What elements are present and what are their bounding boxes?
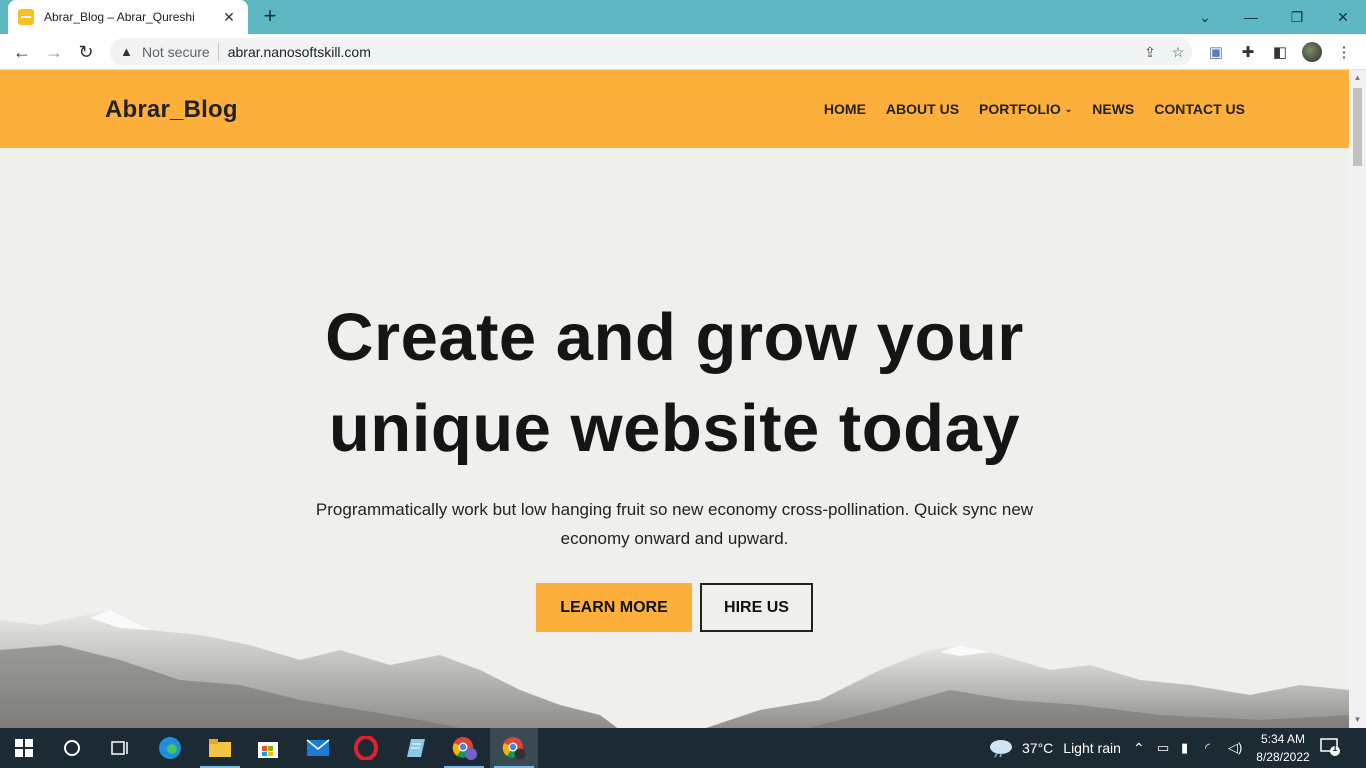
extensions-puzzle-icon[interactable]: ✚ [1238,42,1258,62]
clock-date: 8/28/2022 [1256,750,1310,764]
security-label[interactable]: Not secure [142,44,210,60]
chrome-active-icon[interactable] [490,728,538,768]
search-circle-icon[interactable] [48,728,96,768]
menu-about-us[interactable]: ABOUT US [886,101,959,117]
chrome-profile-icon[interactable] [440,728,488,768]
weather-description: Light rain [1063,740,1121,756]
windows-start-icon[interactable] [0,728,48,768]
scrollbar-thumb[interactable] [1353,88,1362,166]
restore-icon[interactable]: ❐ [1274,0,1320,34]
mail-icon[interactable] [294,728,342,768]
weather-temperature: 37°C [1022,740,1054,756]
volume-icon[interactable]: ◁) [1228,728,1242,768]
notepad-app-icon[interactable] [392,728,440,768]
notification-center-icon[interactable]: 1 [1320,738,1340,758]
site-header: Abrar_Blog HOME ABOUT US PORTFOLIO ⌄ NEWS… [0,70,1349,148]
reload-icon[interactable]: ↻ [74,40,98,64]
minimize-icon[interactable]: — [1228,0,1274,34]
profile-avatar[interactable] [1302,42,1322,62]
url-text[interactable]: abrar.nanosoftskill.com [228,44,1136,60]
site-brand[interactable]: Abrar_Blog [105,96,238,124]
close-window-icon[interactable]: ✕ [1320,0,1366,34]
hire-us-button[interactable]: HIRE US [700,583,813,632]
menu-home[interactable]: HOME [824,101,866,117]
menu-portfolio[interactable]: PORTFOLIO ⌄ [979,101,1072,117]
clock-time: 5:34 AM [1260,732,1306,746]
system-clock[interactable]: 5:34 AM 8/28/2022 [1250,730,1316,766]
tab-close-icon[interactable]: ✕ [220,9,238,26]
hero-subtitle: Programmatically work but low hanging fr… [315,500,1034,548]
tab-title: Abrar_Blog – Abrar_Qureshi [44,10,195,24]
tab-search-icon[interactable]: ⌄ [1182,0,1228,34]
browser-menu-icon[interactable]: ⋮ [1334,42,1354,62]
hero-title-line-1: Create and grow your [325,300,1024,375]
main-menu: HOME ABOUT US PORTFOLIO ⌄ NEWS CONTACT US [824,101,1245,117]
task-view-icon[interactable] [96,728,144,768]
wifi-icon[interactable]: ◜ [1205,728,1210,768]
file-explorer-icon[interactable] [196,728,244,768]
show-hidden-icons[interactable]: ⌃ [1133,728,1145,768]
address-divider [217,43,219,61]
windows-taskbar: 37°C Light rain ⌃ ▭ ▮ ◜ ◁) 5:34 AM 8/28/… [0,728,1366,768]
hero-title: Create and grow your unique website toda… [0,292,1349,474]
edge-browser-icon[interactable] [146,728,194,768]
extension-icon[interactable]: ▣ [1206,42,1226,62]
menu-news[interactable]: NEWS [1092,101,1134,117]
address-bar[interactable]: ▲ Not secure abrar.nanosoftskill.com ⇪ ☆ [110,38,1192,66]
menu-portfolio-label: PORTFOLIO [979,101,1061,117]
opera-browser-icon[interactable] [342,728,390,768]
chevron-down-icon: ⌄ [1064,103,1073,114]
browser-toolbar: ← → ↻ ▲ Not secure abrar.nanosoftskill.c… [0,34,1366,70]
site-favicon-icon [18,9,34,25]
browser-tab[interactable]: Abrar_Blog – Abrar_Qureshi ✕ [8,0,248,34]
new-tab-button[interactable]: + [258,5,282,29]
battery-icon[interactable]: ▮ [1181,728,1188,768]
page-scrollbar[interactable]: ▲ ▼ [1349,70,1366,728]
browser-tab-bar: Abrar_Blog – Abrar_Qureshi ✕ + ⌄ — ❐ ✕ [0,0,1366,34]
microsoft-store-icon[interactable] [244,728,292,768]
notification-count: 1 [1332,743,1338,753]
scroll-down-icon[interactable]: ▼ [1349,712,1366,728]
menu-contact-us[interactable]: CONTACT US [1154,101,1245,117]
back-icon[interactable]: ← [10,40,34,64]
web-page: Abrar_Blog HOME ABOUT US PORTFOLIO ⌄ NEWS… [0,70,1349,728]
bookmark-star-icon[interactable]: ☆ [1164,44,1192,61]
meet-now-icon[interactable]: ▭ [1157,728,1169,768]
side-panel-icon[interactable]: ◧ [1270,42,1290,62]
weather-widget[interactable]: 37°C Light rain [988,728,1121,768]
hero-title-line-2: unique website today [328,391,1021,466]
forward-icon[interactable]: → [42,40,66,64]
rain-cloud-icon [990,740,1012,758]
warning-icon[interactable]: ▲ [120,45,134,59]
scroll-up-icon[interactable]: ▲ [1349,70,1366,86]
share-icon[interactable]: ⇪ [1136,44,1164,61]
learn-more-button[interactable]: LEARN MORE [536,583,692,632]
